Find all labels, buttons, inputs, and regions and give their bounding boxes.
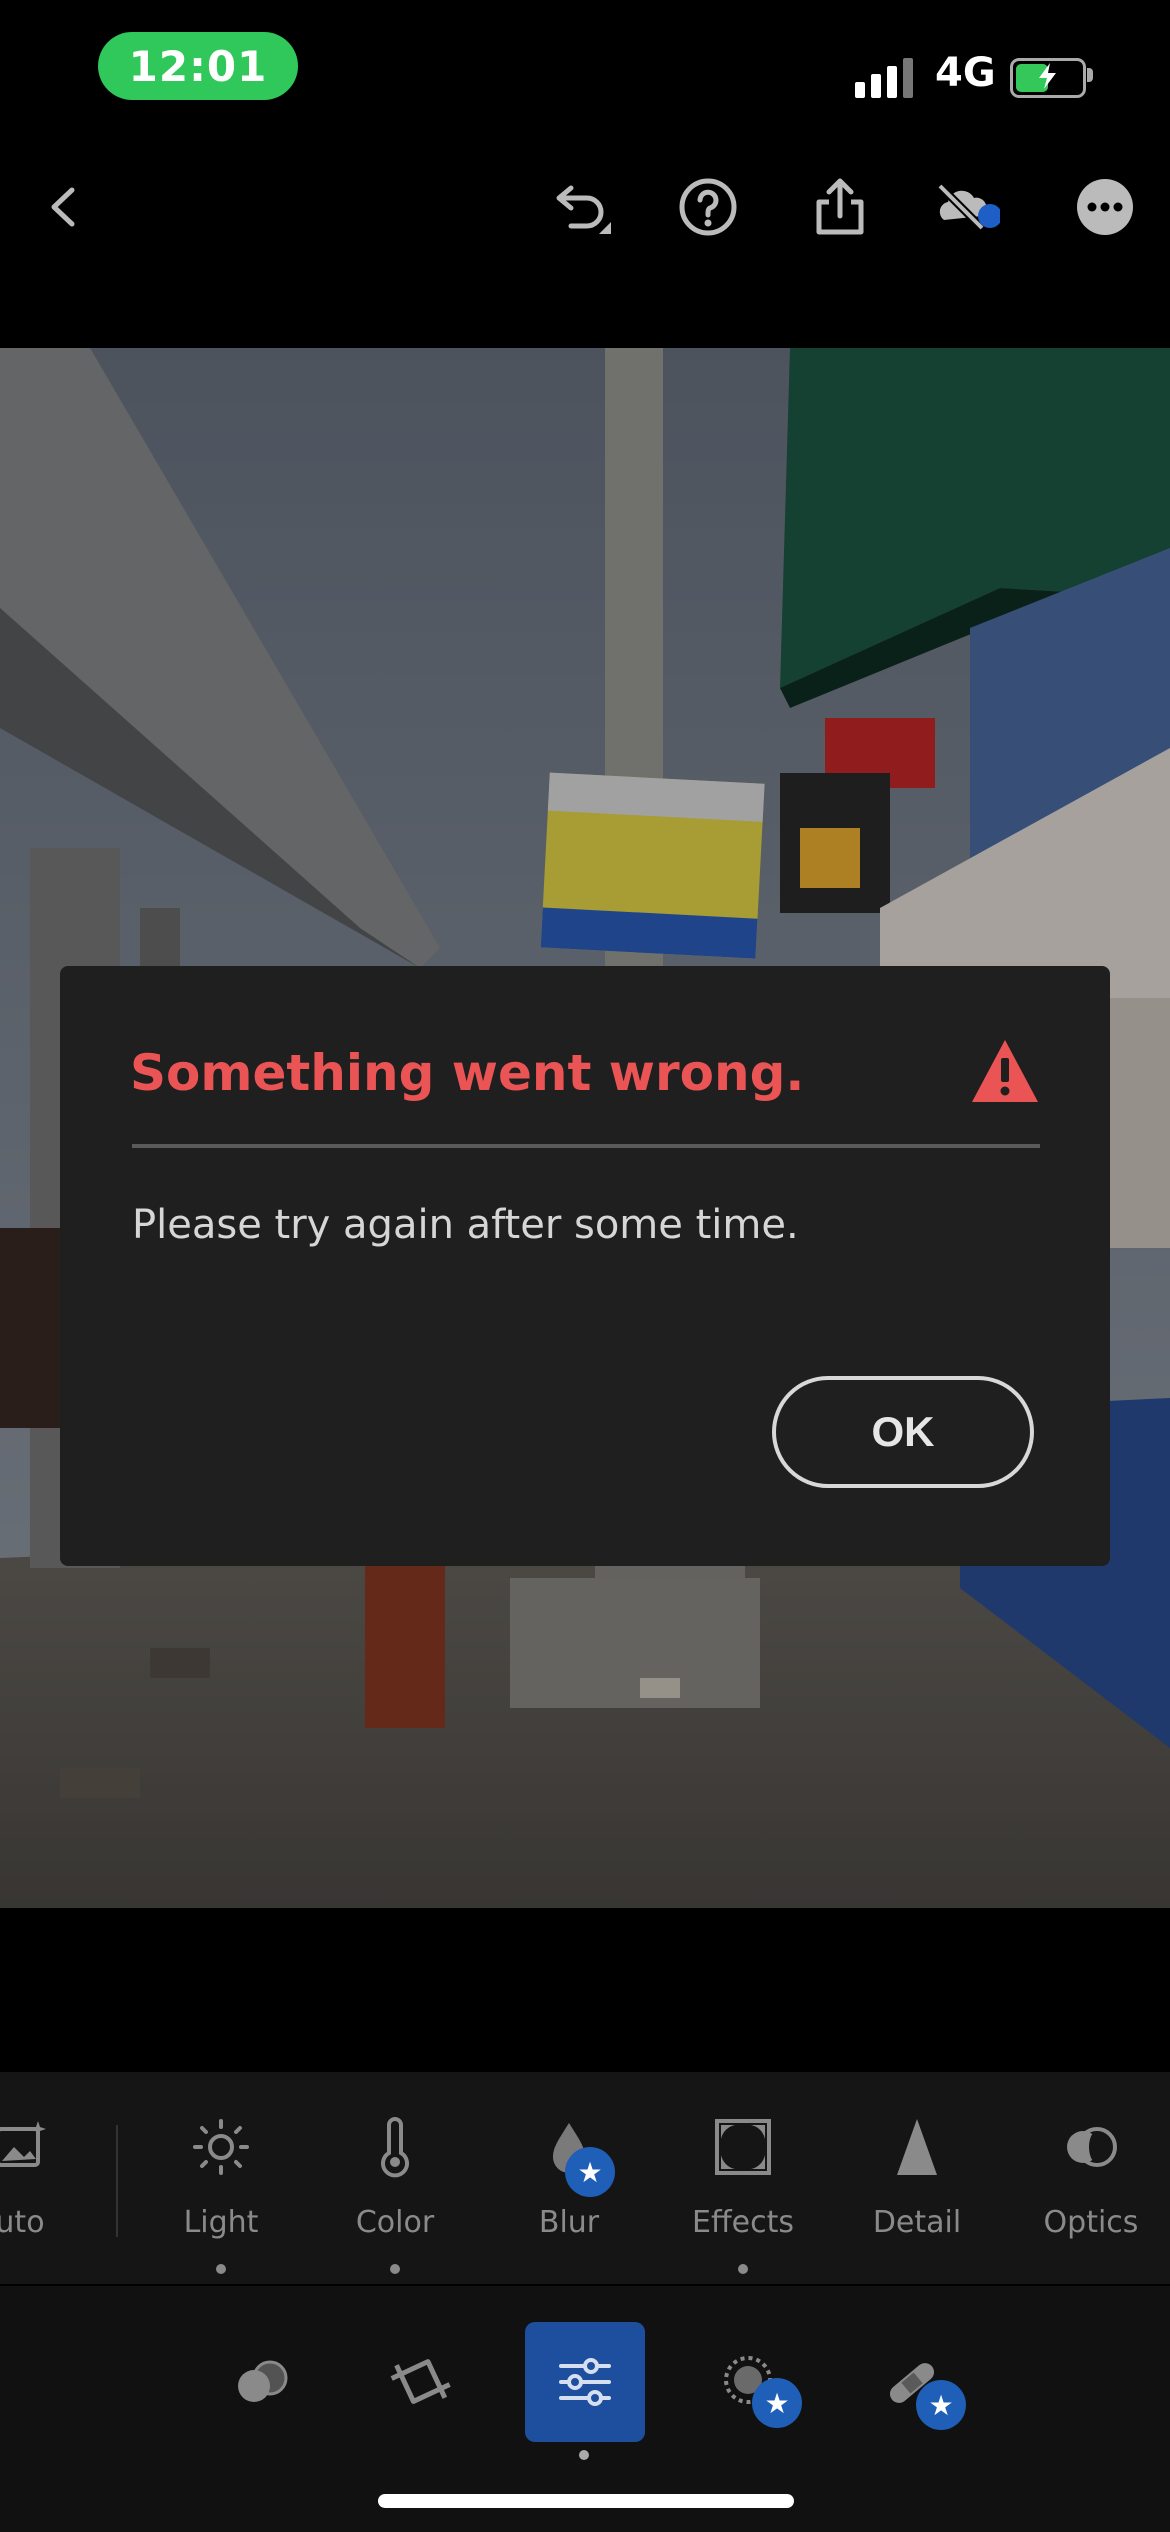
tool-label: Detail [872,2205,962,2240]
lens-icon [1059,2115,1123,2179]
sun-icon [189,2115,253,2179]
auto-icon [0,2115,54,2179]
battery-charging-icon [1010,58,1086,98]
tool-label: Blur [538,2205,600,2240]
dialog-divider [132,1144,1040,1148]
battery-tip [1087,68,1093,82]
tool-optics[interactable]: Optics [1011,2115,1170,2240]
tool-auto[interactable]: uto [0,2115,100,2240]
tool-label: uto [0,2205,45,2240]
premium-star-icon: ★ [916,2380,966,2430]
chevron-left-icon[interactable] [30,172,100,242]
cloud-off-icon[interactable] [930,172,1002,242]
error-dialog: Something went wrong. Please try again a… [60,966,1110,1566]
edit-sliders-icon [559,2358,611,2406]
tool-label: Color [355,2205,435,2240]
droplet-icon: ★ [537,2115,615,2197]
tools-divider [116,2125,118,2237]
adjusted-indicator [738,2264,748,2274]
masking-button[interactable]: ★ [690,2322,810,2442]
presets-icon [238,2360,288,2402]
tool-color[interactable]: Color [315,2115,475,2274]
dialog-message: Please try again after some time. [132,1202,799,1248]
network-type: 4G [935,50,996,96]
tool-detail[interactable]: Detail [837,2115,997,2240]
share-icon[interactable] [805,172,875,242]
help-icon[interactable] [673,172,743,242]
more-icon[interactable] [1070,172,1140,242]
crop-button[interactable] [362,2322,482,2442]
ok-button[interactable]: OK [772,1376,1034,1488]
presets-button[interactable] [202,2322,322,2442]
tool-blur[interactable]: ★ Blur [489,2115,649,2240]
tool-effects[interactable]: Effects [663,2115,823,2274]
healing-button[interactable]: ★ [852,2322,972,2442]
crop-icon [390,2359,451,2404]
vignette-icon [711,2115,775,2179]
tool-label: Light [183,2205,259,2240]
cellular-signal-icon [855,58,915,98]
dialog-title: Something went wrong. [130,1044,805,1102]
tool-light[interactable]: Light [141,2115,301,2274]
edit-button[interactable] [525,2322,645,2442]
triangle-icon [885,2115,949,2179]
tool-label: Optics [1043,2205,1139,2240]
adjusted-indicator [216,2264,226,2274]
home-indicator[interactable] [378,2494,794,2508]
warning-icon [970,1038,1040,1104]
status-time: 12:01 [98,32,298,100]
undo-icon[interactable] [545,172,615,242]
adjusted-indicator [390,2264,400,2274]
active-tab-indicator [579,2450,589,2460]
tool-label: Effects [692,2205,794,2240]
premium-star-icon: ★ [565,2147,615,2197]
premium-star-icon: ★ [752,2378,802,2428]
thermometer-icon [363,2115,427,2179]
